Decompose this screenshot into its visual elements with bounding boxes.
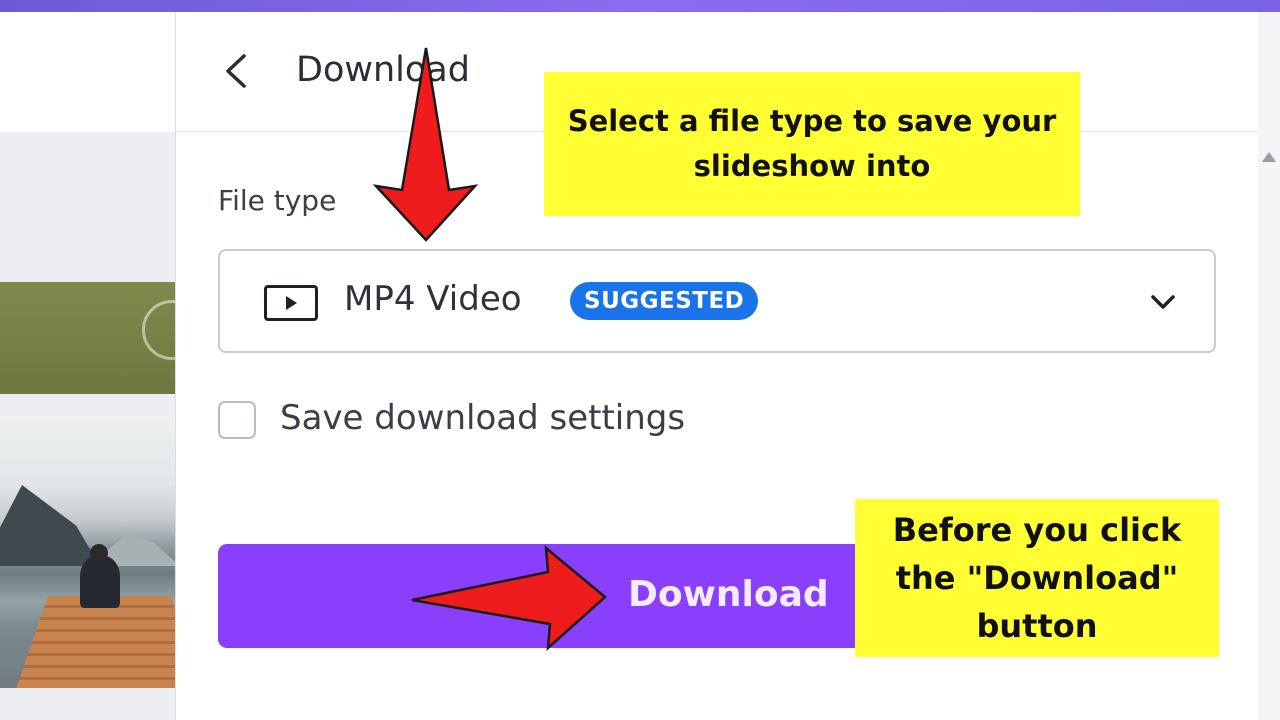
video-play-icon <box>264 285 318 321</box>
download-button-label: Download <box>628 574 829 615</box>
file-type-select[interactable]: MP4 Video SUGGESTED <box>218 249 1216 353</box>
photo-person <box>80 556 120 608</box>
photo-dock <box>10 596 176 688</box>
chevron-left-icon <box>226 54 246 88</box>
scroll-up-icon[interactable] <box>1262 152 1276 162</box>
file-type-value: MP4 Video <box>344 279 522 319</box>
save-settings-label[interactable]: Save download settings <box>280 398 685 438</box>
save-settings-checkbox[interactable] <box>218 401 256 439</box>
back-button[interactable] <box>220 52 254 90</box>
editor-header-area <box>0 12 176 132</box>
file-type-label: File type <box>218 184 337 217</box>
top-app-bar <box>0 0 1280 12</box>
slide-thumbnail-photo[interactable] <box>0 416 176 688</box>
annotation-note-top: Select a file type to save your slidesho… <box>544 72 1080 216</box>
scrollbar[interactable] <box>1258 12 1280 720</box>
photo-person-head <box>90 544 108 562</box>
decorative-swirl <box>142 300 176 360</box>
annotation-note-bottom: Before you click the "Download" button <box>855 499 1219 657</box>
panel-title: Download <box>296 50 470 90</box>
screen: Download File type MP4 Video SUGGESTED S… <box>0 0 1280 720</box>
slide-thumbnail-green[interactable] <box>0 282 176 394</box>
suggested-badge: SUGGESTED <box>570 282 759 320</box>
chevron-down-icon <box>1151 295 1175 309</box>
photo-mountain <box>0 485 100 566</box>
